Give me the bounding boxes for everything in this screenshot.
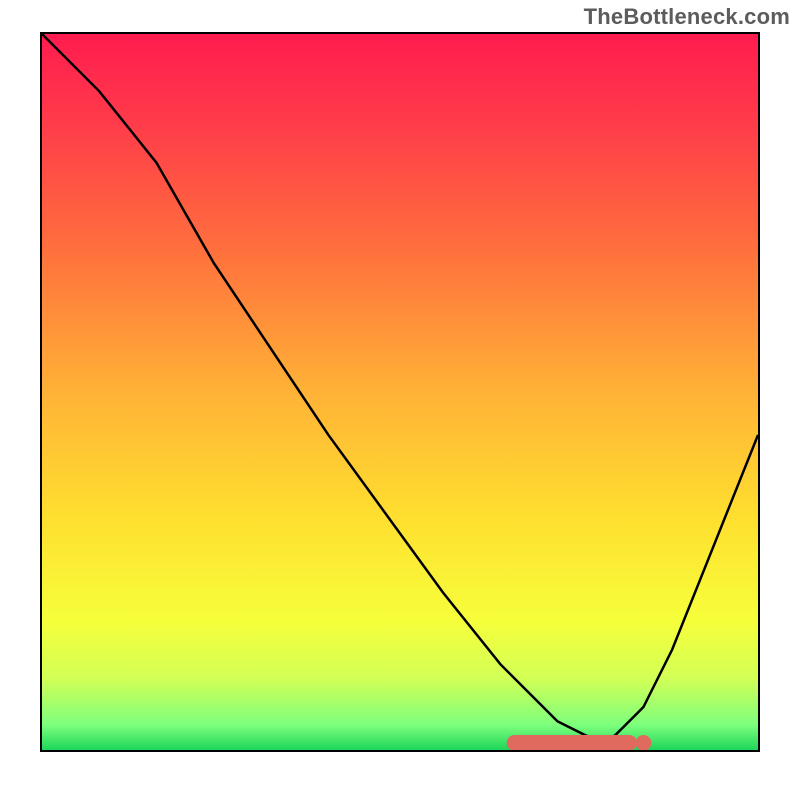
chart-container: [40, 32, 760, 752]
optimal-point-marker: [636, 735, 652, 750]
watermark-text: TheBottleneck.com: [584, 4, 790, 30]
bottleneck-chart: [42, 34, 758, 750]
chart-background: [42, 34, 758, 750]
